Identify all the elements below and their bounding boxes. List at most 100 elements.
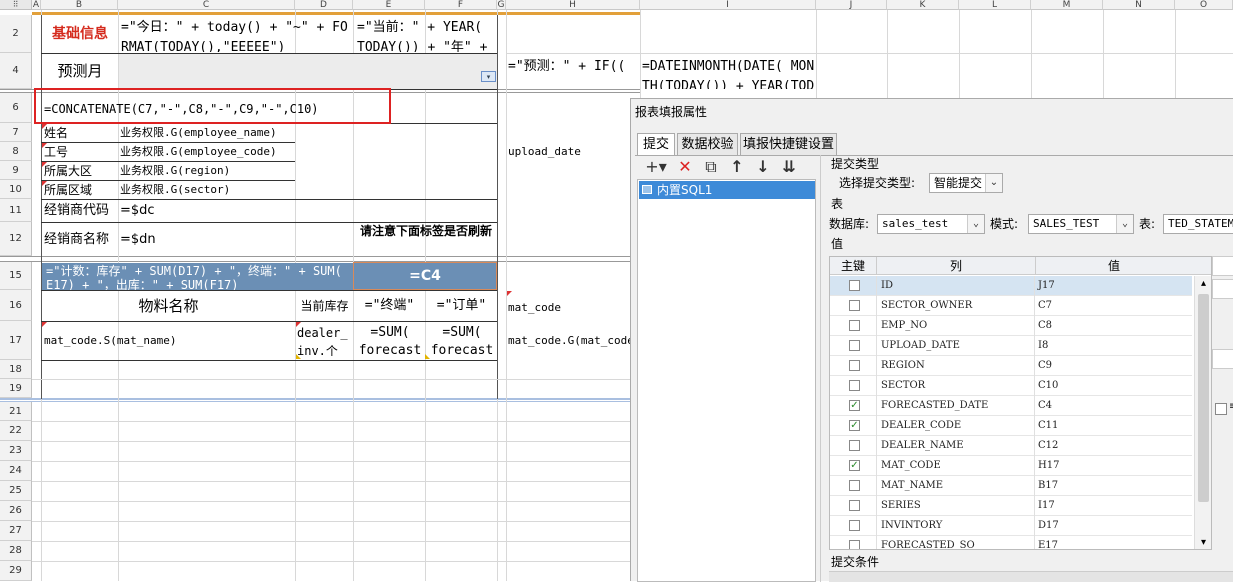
primary-key-checkbox[interactable]: [849, 360, 860, 371]
col-header-d[interactable]: D: [295, 0, 353, 10]
delete-icon[interactable]: ✕: [675, 157, 695, 177]
move-up-icon[interactable]: ↑: [727, 157, 747, 177]
col-header-e[interactable]: E: [353, 0, 425, 10]
grid-scrollbar[interactable]: ▴ ▾: [1194, 276, 1211, 549]
side-field[interactable]: [1212, 256, 1233, 276]
grid-body[interactable]: ID J17 SECTOR_OWNER C7 EMP_NO C8 UPLOAD_DATE I8…: [830, 276, 1192, 549]
column-value[interactable]: E17: [1038, 536, 1058, 549]
table-row[interactable]: DEALER_NAME C12: [830, 436, 1192, 456]
cell-h8[interactable]: upload_date: [508, 143, 638, 161]
grid-header-column[interactable]: 列: [877, 257, 1035, 275]
column-value[interactable]: C7: [1038, 296, 1052, 316]
column-name[interactable]: REGION: [881, 356, 925, 376]
row-header[interactable]: 21: [0, 402, 32, 421]
tab-shortcut-settings[interactable]: 填报快捷键设置: [740, 133, 837, 155]
col-header-a[interactable]: A: [32, 0, 41, 10]
scroll-thumb[interactable]: [1198, 294, 1209, 502]
column-name[interactable]: SECTOR: [881, 376, 925, 396]
sql-list[interactable]: 内置SQL1: [637, 179, 816, 582]
primary-key-checkbox[interactable]: [849, 520, 860, 531]
scroll-down-icon[interactable]: ▾: [1195, 535, 1211, 549]
submit-type-select[interactable]: 智能提交 ⌄: [929, 173, 1003, 193]
cell-b6[interactable]: =CONCATENATE(C7,"-",C8,"-",C9,"-",C10): [44, 98, 389, 120]
row-header[interactable]: 8: [0, 142, 32, 161]
col-header-n[interactable]: N: [1103, 0, 1175, 10]
row-header[interactable]: 26: [0, 501, 32, 521]
table-row[interactable]: SERIES I17: [830, 496, 1192, 516]
tab-data-validation[interactable]: 数据校验: [677, 133, 738, 155]
select-all-corner[interactable]: ⠿: [0, 0, 32, 10]
cell-c7[interactable]: 业务权限.G(employee_name): [120, 124, 295, 142]
column-value[interactable]: I17: [1038, 496, 1055, 516]
table-row[interactable]: MAT_NAME B17: [830, 476, 1192, 496]
row-header[interactable]: 27: [0, 521, 32, 541]
column-value[interactable]: B17: [1038, 476, 1058, 496]
col-header-o[interactable]: O: [1175, 0, 1233, 10]
column-value[interactable]: C10: [1038, 376, 1058, 396]
primary-key-checkbox[interactable]: ✓: [849, 460, 860, 471]
row-header[interactable]: 23: [0, 441, 32, 461]
cell-b15[interactable]: ="计数：库存" + SUM(D17) + "，终端：" + SUM( E17)…: [46, 264, 351, 290]
primary-key-checkbox[interactable]: [849, 500, 860, 511]
row-header[interactable]: 22: [0, 421, 32, 441]
add-icon[interactable]: +▾: [643, 157, 669, 177]
side-field[interactable]: [1212, 279, 1233, 299]
row-header[interactable]: 17: [0, 321, 32, 360]
table-row[interactable]: INVINTORY D17: [830, 516, 1192, 536]
cell-i4[interactable]: =DATEINMONTH(DATE( MONTH(TODAY()) + YEAR…: [642, 57, 816, 89]
row-header[interactable]: 9: [0, 161, 32, 180]
column-name[interactable]: MAT_CODE: [881, 456, 941, 476]
table-row[interactable]: UPLOAD_DATE I8: [830, 336, 1192, 356]
column-name[interactable]: SECTOR_OWNER: [881, 296, 972, 316]
primary-key-checkbox[interactable]: ✓: [849, 400, 860, 411]
schema-select[interactable]: SALES_TEST ⌄: [1028, 214, 1134, 234]
column-value[interactable]: H17: [1038, 456, 1059, 476]
cell-e17[interactable]: =SUM( forecast: [355, 324, 425, 360]
primary-key-checkbox[interactable]: [849, 480, 860, 491]
row-header[interactable]: 28: [0, 541, 32, 561]
cell-c8[interactable]: 业务权限.G(employee_code): [120, 143, 295, 161]
row-header[interactable]: 12: [0, 222, 32, 256]
row-header[interactable]: 10: [0, 180, 32, 199]
column-name[interactable]: UPLOAD_DATE: [881, 336, 960, 356]
col-header-c[interactable]: C: [118, 0, 295, 10]
column-name[interactable]: DEALER_NAME: [881, 436, 964, 456]
cell-b4[interactable]: 预测月: [42, 54, 118, 89]
cell-b12[interactable]: 经销商名称: [44, 223, 109, 256]
primary-key-checkbox[interactable]: [849, 300, 860, 311]
report-fill-properties-dialog[interactable]: 报表填报属性 提交 数据校验 填报快捷键设置 +▾ ✕ ⧉ ↑ ↓ ⇊ 内置SQ…: [630, 98, 1233, 582]
column-value[interactable]: I8: [1038, 336, 1048, 356]
col-header-h[interactable]: H: [506, 0, 640, 10]
cell-d16[interactable]: 当前库存: [296, 291, 353, 321]
primary-key-checkbox[interactable]: [849, 380, 860, 391]
side-checkbox[interactable]: [1215, 403, 1227, 415]
table-row[interactable]: SECTOR_OWNER C7: [830, 296, 1192, 316]
cell-c4[interactable]: [119, 54, 497, 89]
table-row[interactable]: ✓ FORECASTED_DATE C4: [830, 396, 1192, 416]
table-row[interactable]: EMP_NO C8: [830, 316, 1192, 336]
row-header[interactable]: 29: [0, 561, 32, 581]
col-header-f[interactable]: F: [425, 0, 497, 10]
cell-e15[interactable]: =C4: [354, 263, 496, 290]
table-name-field[interactable]: TED_STATEME: [1163, 214, 1233, 234]
table-row[interactable]: ✓ DEALER_CODE C11: [830, 416, 1192, 436]
row-header[interactable]: 25: [0, 481, 32, 501]
column-value[interactable]: C9: [1038, 356, 1052, 376]
primary-key-checkbox[interactable]: [849, 340, 860, 351]
move-bottom-icon[interactable]: ⇊: [779, 157, 799, 177]
row-header[interactable]: 19: [0, 379, 32, 398]
cell-d17[interactable]: dealer_inv.个: [297, 324, 353, 360]
column-name[interactable]: ID: [881, 276, 893, 296]
column-name[interactable]: INVINTORY: [881, 516, 942, 536]
col-header-j[interactable]: J: [816, 0, 887, 10]
col-header-k[interactable]: K: [887, 0, 959, 10]
cell-c9[interactable]: 业务权限.G(region): [120, 162, 295, 180]
move-down-icon[interactable]: ↓: [753, 157, 773, 177]
row-header[interactable]: 6: [0, 93, 32, 123]
cell-e2[interactable]: ="当前：" + YEAR( TODAY()) + "年" +: [357, 18, 497, 52]
cell-b11[interactable]: 经销商代码: [44, 200, 109, 222]
cell-c11[interactable]: =$dc: [120, 200, 155, 222]
cell-b17[interactable]: mat_code.S(mat_name): [44, 332, 294, 350]
database-select[interactable]: sales_test ⌄: [877, 214, 985, 234]
cell-c12[interactable]: =$dn: [120, 223, 156, 256]
